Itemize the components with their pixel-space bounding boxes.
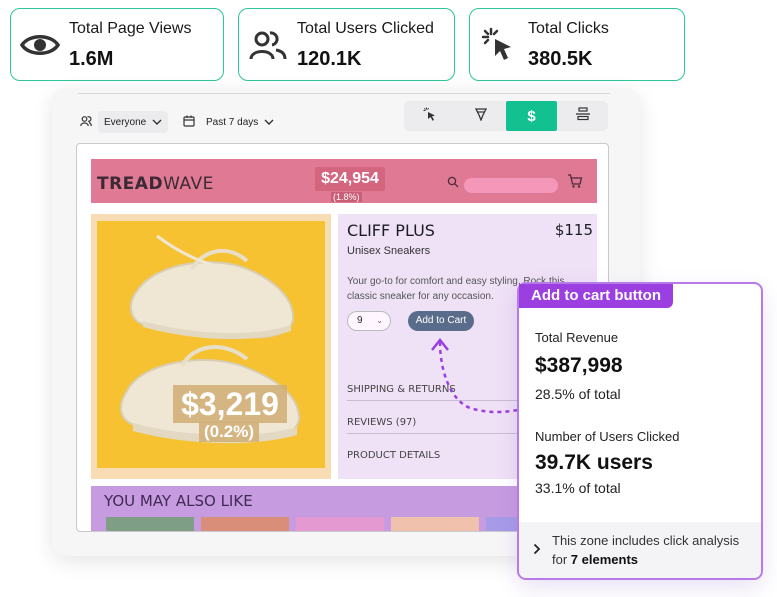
calendar-icon <box>183 115 195 130</box>
revenue-label: Total Revenue <box>535 330 619 345</box>
users-value: 39.7K users <box>535 451 653 474</box>
revenue-value: $387,998 <box>535 354 623 377</box>
revenue-share: 28.5% of total <box>535 386 621 402</box>
stat-card-users-clicked: Total Users Clicked 120.1K <box>238 8 455 81</box>
users-share: 33.1% of total <box>535 480 621 496</box>
stat-label: Total Users Clicked <box>297 20 434 37</box>
stat-value: 120.1K <box>297 48 362 70</box>
product-name: CLIFF PLUS <box>347 221 435 240</box>
accordion-reviews[interactable]: REVIEWS (97) <box>347 417 416 428</box>
product-image-area: $3,219 (0.2%) <box>91 214 331 479</box>
product-thumbnail[interactable] <box>391 517 479 531</box>
view-mode-toolbar: $ <box>404 101 608 131</box>
stat-value: 1.6M <box>69 48 114 70</box>
zone-analytics-card: Total Revenue $387,998 28.5% of total Nu… <box>517 282 763 580</box>
segment-value: Everyone <box>104 116 147 128</box>
date-select[interactable]: Past 7 days <box>200 111 280 133</box>
header-revenue-badge: $24,954 <box>315 167 385 191</box>
cart-icon[interactable] <box>567 173 583 194</box>
divider <box>347 433 517 434</box>
product-subtitle: Unisex Sneakers <box>347 245 431 257</box>
zone-tag: Add to cart button <box>519 284 673 308</box>
segment-filter[interactable]: Everyone <box>80 109 169 135</box>
chevron-down-icon <box>152 117 162 128</box>
image-revenue-badge: $3,219 <box>173 385 287 423</box>
divider <box>347 400 517 401</box>
date-filter[interactable]: Past 7 days <box>183 109 280 135</box>
segment-select[interactable]: Everyone <box>98 111 169 133</box>
click-cursor-icon <box>470 9 528 80</box>
revenue-icon: $ <box>527 107 536 125</box>
zone-footer-text: This zone includes click analysis for 7 … <box>552 533 740 567</box>
stat-card-page-views: Total Page Views 1.6M <box>10 8 224 81</box>
store-logo[interactable]: TREADWAVE <box>97 174 214 194</box>
product-price: $115 <box>554 221 593 239</box>
users-icon <box>239 9 297 80</box>
quantity-select[interactable]: 9 ⌄ <box>347 311 391 331</box>
click-mode-button[interactable] <box>404 101 455 131</box>
search-icon[interactable] <box>447 175 459 193</box>
accordion-product-details[interactable]: PRODUCT DETAILS <box>347 450 440 461</box>
revenue-button[interactable]: $ <box>506 101 557 131</box>
divider <box>78 93 610 94</box>
image-revenue-pct: (0.2%) <box>199 422 259 442</box>
chevron-down-icon <box>264 117 274 128</box>
date-value: Past 7 days <box>206 116 259 128</box>
product-thumbnail[interactable] <box>201 517 289 531</box>
chevron-down-icon: ⌄ <box>376 316 383 325</box>
zone-details-link[interactable]: This zone includes click analysis for 7 … <box>519 522 761 578</box>
eye-icon <box>11 9 69 80</box>
heatmap-button[interactable] <box>455 101 506 131</box>
stat-label: Total Page Views <box>69 20 192 37</box>
product-thumbnail[interactable] <box>106 517 194 531</box>
stat-label: Total Clicks <box>528 20 609 37</box>
stat-card-total-clicks: Total Clicks 380.5K <box>469 8 685 81</box>
users-label: Number of Users Clicked <box>535 429 680 444</box>
also-like-title: YOU MAY ALSO LIKE <box>104 492 253 510</box>
quantity-value: 9 <box>357 315 363 326</box>
layers-button[interactable] <box>557 101 608 131</box>
search-input[interactable] <box>464 178 558 193</box>
layers-icon <box>575 106 591 126</box>
accordion-shipping[interactable]: SHIPPING & RETURNS <box>347 384 456 395</box>
header-revenue-pct: (1.8%) <box>331 192 362 202</box>
click-mode-icon <box>423 107 437 126</box>
heatmap-icon <box>474 107 488 126</box>
stat-value: 380.5K <box>528 48 593 70</box>
add-to-cart-button[interactable]: Add to Cart <box>408 311 474 331</box>
chevron-right-icon <box>533 542 541 560</box>
users-icon <box>80 115 92 130</box>
product-thumbnail[interactable] <box>296 517 384 531</box>
store-header[interactable]: TREADWAVE $24,954 (1.8%) <box>91 159 597 203</box>
